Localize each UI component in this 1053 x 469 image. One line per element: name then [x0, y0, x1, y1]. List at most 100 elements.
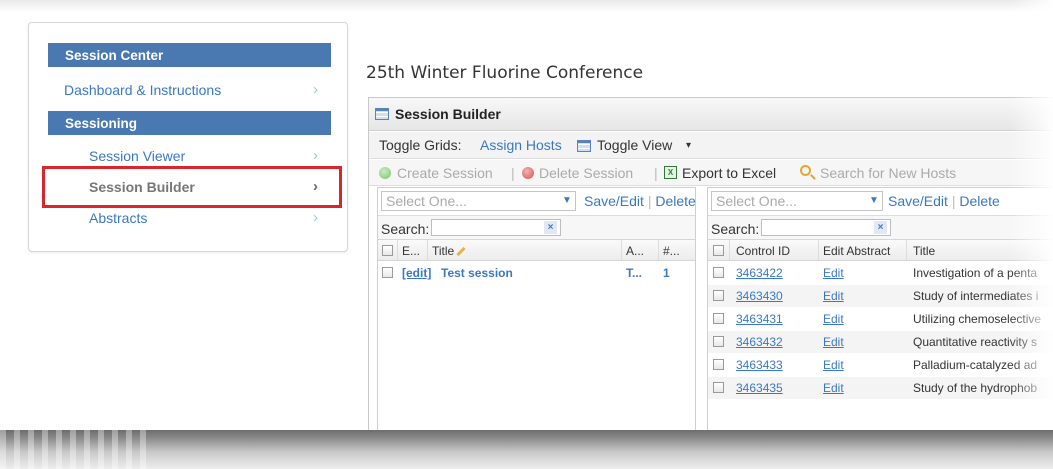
row-checkbox[interactable]: [713, 359, 724, 370]
remove-icon: [522, 167, 534, 179]
column-divider: [906, 240, 907, 261]
edit-abstract-link[interactable]: Edit: [823, 266, 844, 280]
abstracts-grid: Select One... ▼ Save/Edit | Delete Searc…: [707, 187, 1053, 433]
page: Session Center Dashboard & Instructions …: [0, 0, 1053, 469]
link-separator: |: [951, 193, 956, 209]
column-header-title[interactable]: Title: [432, 244, 466, 258]
sidebar-item-session-viewer[interactable]: Session Viewer ›: [48, 143, 331, 167]
column-header[interactable]: Control ID: [736, 244, 790, 258]
search-input[interactable]: ×: [431, 219, 561, 236]
row-checkbox[interactable]: [713, 336, 724, 347]
row-checkbox[interactable]: [713, 290, 724, 301]
row-checkbox[interactable]: [382, 267, 393, 278]
abstract-title: Study of intermediates i: [913, 289, 1039, 303]
table-row[interactable]: 3463433 Edit Palladium-catalyzed ad: [708, 354, 1053, 376]
table-row[interactable]: [edit] Test session T... 1: [378, 262, 695, 284]
abstract-title: Study of the hydrophob: [913, 381, 1038, 395]
search-new-hosts-button[interactable]: Search for New Hosts: [820, 165, 956, 181]
search-label: Search:: [711, 221, 760, 237]
abstract-title: Quantitative reactivity s: [913, 335, 1038, 349]
sidebar-item-label: Dashboard & Instructions: [64, 82, 222, 98]
excel-icon: X: [664, 166, 677, 179]
control-id-link[interactable]: 3463430: [736, 289, 783, 303]
bottom-blur: [0, 430, 1053, 469]
clear-icon[interactable]: ×: [544, 221, 557, 234]
edit-link[interactable]: [edit]: [402, 266, 431, 280]
column-header[interactable]: E...: [402, 244, 420, 258]
chevron-right-icon: ›: [313, 147, 318, 164]
highlight-annotation: [42, 166, 342, 208]
control-id-link[interactable]: 3463422: [736, 266, 783, 280]
sidebar-item-label: Abstracts: [89, 210, 148, 226]
control-id-link[interactable]: 3463432: [736, 335, 783, 349]
search-icon: [800, 165, 811, 176]
grid-header: Control ID Edit Abstract Title: [708, 239, 1053, 261]
column-divider: [818, 240, 819, 261]
column-header[interactable]: Title: [913, 244, 935, 258]
session-select[interactable]: Select One... ▼: [381, 191, 576, 211]
control-id-link[interactable]: 3463433: [736, 358, 783, 372]
column-header[interactable]: #...: [663, 244, 680, 258]
clear-icon[interactable]: ×: [874, 221, 887, 234]
edit-abstract-link[interactable]: Edit: [823, 312, 844, 326]
toggle-view-button[interactable]: Toggle View: [597, 137, 672, 153]
select-all-checkbox[interactable]: [713, 245, 724, 256]
column-divider: [397, 240, 398, 261]
edit-abstract-link[interactable]: Edit: [823, 289, 844, 303]
grid-header: E... Title A... #...: [378, 239, 695, 261]
top-bar: [0, 0, 1053, 12]
sidebar-item-dashboard[interactable]: Dashboard & Instructions ›: [48, 77, 331, 101]
caret-down-icon[interactable]: ▾: [686, 140, 691, 151]
control-id-link[interactable]: 3463435: [736, 381, 783, 395]
toggle-toolbar: Toggle Grids: Assign Hosts Toggle View ▾: [369, 132, 1053, 159]
edit-abstract-link[interactable]: Edit: [823, 358, 844, 372]
select-all-checkbox[interactable]: [382, 245, 393, 256]
abstract-select[interactable]: Select One... ▼: [711, 191, 883, 211]
table-row[interactable]: 3463430 Edit Study of intermediates i: [708, 285, 1053, 307]
session-builder-panel: Session Builder Toggle Grids: Assign Hos…: [368, 97, 1053, 433]
row-checkbox[interactable]: [713, 313, 724, 324]
table-row[interactable]: 3463432 Edit Quantitative reactivity s: [708, 331, 1053, 353]
chevron-down-icon: ▼: [562, 195, 572, 206]
add-icon: [379, 167, 391, 179]
panel-title: Session Builder: [395, 106, 501, 122]
delete-link[interactable]: Delete: [655, 193, 695, 209]
assign-hosts-link[interactable]: Assign Hosts: [480, 137, 562, 153]
row-checkbox[interactable]: [713, 267, 724, 278]
column-header[interactable]: A...: [626, 244, 644, 258]
edit-abstract-link[interactable]: Edit: [823, 381, 844, 395]
chevron-right-icon: ›: [313, 209, 318, 226]
pencil-icon: [456, 247, 466, 257]
table-row[interactable]: 3463435 Edit Study of the hydrophob: [708, 377, 1053, 399]
sidebar-item-abstracts[interactable]: Abstracts ›: [48, 205, 331, 229]
panel-header: Session Builder: [369, 98, 1053, 131]
link-separator: |: [647, 193, 652, 209]
delete-session-button[interactable]: Delete Session: [539, 165, 633, 181]
grid-icon: [577, 140, 591, 152]
column-header-label: Title: [432, 244, 455, 258]
delete-link[interactable]: Delete: [959, 193, 999, 209]
control-id-link[interactable]: 3463431: [736, 312, 783, 326]
edit-abstract-link[interactable]: Edit: [823, 335, 844, 349]
save-edit-link[interactable]: Save/Edit: [888, 193, 948, 209]
search-input[interactable]: ×: [761, 219, 891, 236]
session-a: T...: [626, 266, 643, 280]
export-excel-button[interactable]: Export to Excel: [682, 165, 776, 181]
grid-icon: [375, 108, 389, 120]
sidebar: Session Center Dashboard & Instructions …: [28, 22, 348, 252]
column-divider: [729, 240, 730, 261]
select-placeholder: Select One...: [716, 193, 797, 209]
session-title: Test session: [441, 266, 513, 280]
chevron-right-icon: ›: [313, 81, 318, 98]
table-row[interactable]: 3463422 Edit Investigation of a penta: [708, 262, 1053, 284]
row-checkbox[interactable]: [713, 382, 724, 393]
save-edit-link[interactable]: Save/Edit: [584, 193, 644, 209]
column-header[interactable]: Edit Abstract: [823, 244, 890, 258]
sidebar-header-session-center: Session Center: [48, 43, 331, 67]
column-divider: [658, 240, 659, 261]
toolbar-separator: |: [654, 165, 658, 181]
chevron-down-icon: ▼: [869, 195, 879, 206]
create-session-button[interactable]: Create Session: [397, 165, 493, 181]
session-count: 1: [663, 266, 670, 280]
table-row[interactable]: 3463431 Edit Utilizing chemoselective: [708, 308, 1053, 330]
